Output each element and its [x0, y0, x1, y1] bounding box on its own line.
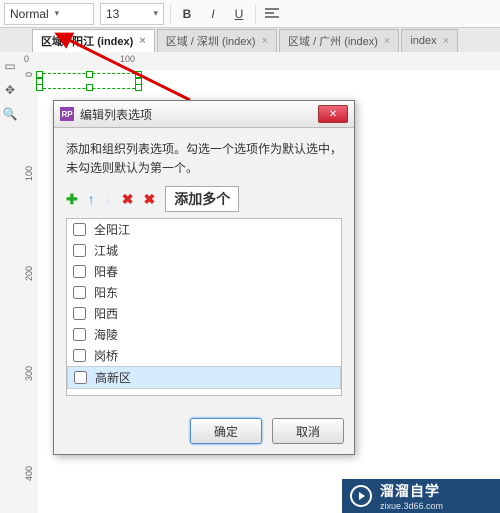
left-toolbar: ▭ ✥ 🔍 [0, 52, 21, 513]
default-checkbox[interactable] [73, 223, 86, 236]
default-checkbox[interactable] [73, 307, 86, 320]
list-item[interactable]: 岗桥 [67, 345, 341, 366]
separator [255, 5, 256, 23]
watermark: 溜溜自学 zixue.3d66.com [342, 479, 500, 513]
ruler-tick: 100 [120, 54, 135, 64]
selected-widget[interactable] [38, 73, 140, 89]
default-checkbox[interactable] [73, 328, 86, 341]
list-item-label: 阳东 [94, 284, 118, 301]
list-item-label: 岗桥 [94, 347, 118, 364]
app-icon: RP [60, 107, 74, 121]
watermark-url: zixue.3d66.com [380, 501, 443, 511]
align-left-button[interactable] [262, 4, 282, 24]
close-button[interactable]: ✕ [318, 105, 348, 123]
dialog-body: 添加和组织列表选项。勾选一个选项作为默认选中， 未勾选则默认为第一个。 ✚ ↑ … [54, 128, 354, 408]
separator [170, 5, 171, 23]
tool-zoom[interactable]: 🔍 [0, 104, 20, 124]
resize-handle[interactable] [86, 84, 93, 91]
ruler-tick: 200 [24, 266, 34, 281]
dialog-description: 添加和组织列表选项。勾选一个选项作为默认选中， 未勾选则默认为第一个。 [66, 140, 342, 178]
list-item[interactable]: 阳西 [67, 303, 341, 324]
tab-guangzhou[interactable]: 区域 / 广州 (index) × [279, 29, 399, 52]
tab-shenzhen[interactable]: 区域 / 深圳 (index) × [157, 29, 277, 52]
list-item[interactable]: 江城 [67, 240, 341, 261]
tab-index[interactable]: index × [401, 29, 458, 52]
ruler-tick: 400 [24, 466, 34, 481]
tool-pointer[interactable]: ▭ [0, 56, 20, 76]
resize-handle[interactable] [135, 71, 142, 78]
font-size-value: 13 [106, 7, 119, 21]
default-checkbox[interactable] [73, 244, 86, 257]
resize-handle[interactable] [86, 71, 93, 78]
dialog-footer: 确定 取消 [54, 408, 354, 454]
ok-button[interactable]: 确定 [190, 418, 262, 444]
italic-button[interactable]: I [203, 4, 223, 24]
watermark-brand: 溜溜自学 [380, 481, 443, 501]
ruler-tick: 100 [24, 166, 34, 181]
default-checkbox[interactable] [74, 371, 87, 384]
ruler-tick: 0 [24, 72, 34, 77]
horizontal-ruler: 0 100 [20, 52, 500, 71]
vertical-ruler: 0 100 200 300 400 [20, 70, 39, 513]
resize-handle[interactable] [36, 71, 43, 78]
dialog-title: 编辑列表选项 [80, 106, 312, 123]
tab-label: 区域 / 广州 (index) [288, 33, 378, 49]
underline-button[interactable]: U [229, 4, 249, 24]
play-icon [350, 485, 372, 507]
list-item-label: 海陵 [94, 326, 118, 343]
delete-item-button[interactable]: ✖ [122, 191, 134, 208]
close-icon[interactable]: × [384, 35, 390, 47]
chevron-down-icon: ▾ [153, 8, 158, 19]
list-toolbar: ✚ ↑ ↓ ✖ ✖ 添加多个 [66, 186, 342, 212]
dialog-description-line: 添加和组织列表选项。勾选一个选项作为默认选中， [66, 142, 342, 156]
cancel-button[interactable]: 取消 [272, 418, 344, 444]
close-icon[interactable]: × [443, 35, 449, 47]
format-toolbar: Normal ▾ 13 ▾ B I U [0, 0, 500, 28]
list-item[interactable]: 阳春 [67, 261, 341, 282]
list-item-label: 全阳江 [94, 221, 130, 238]
tool-hand[interactable]: ✥ [0, 80, 20, 100]
add-item-button[interactable]: ✚ [66, 191, 78, 208]
list-item[interactable]: 阳东 [67, 282, 341, 303]
document-tabs: 区域 / 阳江 (index) × 区域 / 深圳 (index) × 区域 /… [0, 28, 500, 53]
list-item-label: 阳春 [94, 263, 118, 280]
options-list[interactable]: 全阳江 江城 阳春 阳东 阳西 海陵 岗桥 高新区 [66, 218, 342, 396]
list-item[interactable]: 全阳江 [67, 219, 341, 240]
move-down-button[interactable]: ↓ [105, 191, 112, 207]
dialog-titlebar[interactable]: RP 编辑列表选项 ✕ [54, 101, 354, 128]
clear-all-button[interactable]: ✖ [143, 191, 155, 208]
list-item[interactable]: 海陵 [67, 324, 341, 345]
watermark-text: 溜溜自学 zixue.3d66.com [380, 481, 443, 511]
add-multiple-button[interactable]: 添加多个 [165, 186, 239, 212]
list-item-label: 高新区 [95, 369, 131, 386]
list-item-label: 阳西 [94, 305, 118, 322]
resize-handle[interactable] [36, 84, 43, 91]
close-icon[interactable]: × [262, 35, 268, 47]
font-size-select[interactable]: 13 ▾ [100, 3, 164, 25]
style-select[interactable]: Normal ▾ [4, 3, 94, 25]
tab-label: 区域 / 阳江 (index) [41, 33, 133, 49]
tab-yangjiang[interactable]: 区域 / 阳江 (index) × [32, 29, 155, 52]
default-checkbox[interactable] [73, 286, 86, 299]
move-up-button[interactable]: ↑ [88, 191, 95, 207]
ruler-tick: 300 [24, 366, 34, 381]
align-left-icon [265, 8, 279, 20]
default-checkbox[interactable] [73, 349, 86, 362]
style-select-label: Normal [10, 7, 49, 21]
edit-list-options-dialog: RP 编辑列表选项 ✕ 添加和组织列表选项。勾选一个选项作为默认选中， 未勾选则… [53, 100, 355, 455]
list-item[interactable]: 高新区 [67, 366, 341, 389]
resize-handle[interactable] [135, 84, 142, 91]
close-icon[interactable]: × [139, 35, 145, 47]
list-item-label: 江城 [94, 242, 118, 259]
bold-button[interactable]: B [177, 4, 197, 24]
dialog-description-line: 未勾选则默认为第一个。 [66, 161, 198, 175]
ruler-tick: 0 [24, 54, 29, 64]
tab-label: index [410, 35, 436, 47]
default-checkbox[interactable] [73, 265, 86, 278]
chevron-down-icon: ▾ [55, 8, 60, 19]
tab-label: 区域 / 深圳 (index) [166, 33, 256, 49]
